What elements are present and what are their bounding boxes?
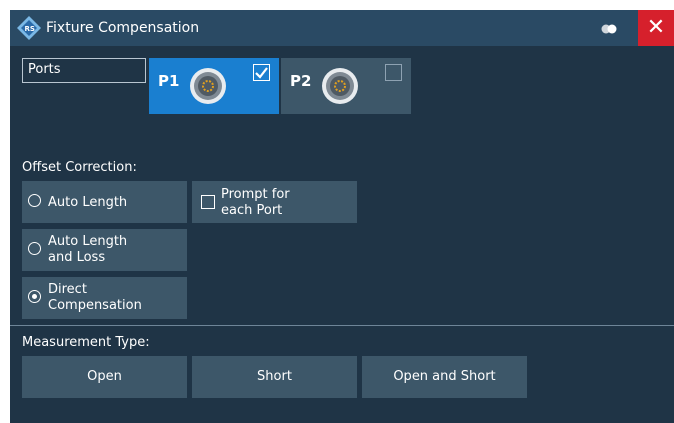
auto-length-loss-line2: and Loss — [48, 250, 106, 265]
fixture-compensation-dialog: RS Fixture Compensation ✕ Ports P1 P2 Of… — [10, 10, 674, 423]
port-p2-checkbox[interactable] — [385, 64, 402, 81]
port-p2-button[interactable]: P2 — [281, 58, 411, 114]
checkbox-icon — [201, 195, 215, 209]
svg-text:RS: RS — [25, 25, 35, 33]
close-button[interactable]: ✕ — [638, 10, 674, 46]
prompt-each-port-checkbox[interactable]: Prompt for each Port — [192, 181, 357, 223]
section-divider — [10, 325, 674, 326]
short-button[interactable]: Short — [192, 356, 357, 398]
ports-label: Ports — [22, 58, 146, 83]
port-p2-label: P2 — [290, 72, 312, 90]
direct-comp-line2: Compensation — [48, 298, 142, 313]
auto-length-radio[interactable]: Auto Length — [22, 181, 187, 223]
auto-length-loss-line1: Auto Length — [48, 234, 128, 249]
title-bar: RS Fixture Compensation ✕ — [10, 10, 674, 46]
radio-icon — [28, 194, 41, 207]
direct-compensation-radio[interactable]: Direct Compensation — [22, 277, 187, 319]
measurement-type-label: Measurement Type: — [22, 335, 150, 350]
checkmark-icon — [255, 67, 268, 79]
prompt-line1: Prompt for — [221, 187, 290, 202]
port-p1-label: P1 — [158, 72, 180, 90]
open-button[interactable]: Open — [22, 356, 187, 398]
direct-comp-line1: Direct — [48, 282, 87, 297]
prompt-line2: each Port — [221, 203, 283, 218]
radio-selected-icon — [28, 290, 41, 303]
port-p1-checkbox[interactable] — [253, 64, 270, 81]
open-and-short-button[interactable]: Open and Short — [362, 356, 527, 398]
auto-length-loss-radio[interactable]: Auto Length and Loss — [22, 229, 187, 271]
dialog-title: Fixture Compensation — [46, 20, 200, 36]
transparency-toggle-icon[interactable] — [600, 24, 618, 34]
close-icon: ✕ — [646, 15, 666, 40]
port-p1-button[interactable]: P1 — [149, 58, 279, 114]
radio-icon — [28, 242, 41, 255]
offset-correction-label: Offset Correction: — [22, 160, 137, 175]
connector-icon — [322, 68, 358, 104]
connector-icon — [190, 68, 226, 104]
rohde-schwarz-logo-icon: RS — [17, 16, 41, 40]
auto-length-label: Auto Length — [48, 195, 128, 210]
